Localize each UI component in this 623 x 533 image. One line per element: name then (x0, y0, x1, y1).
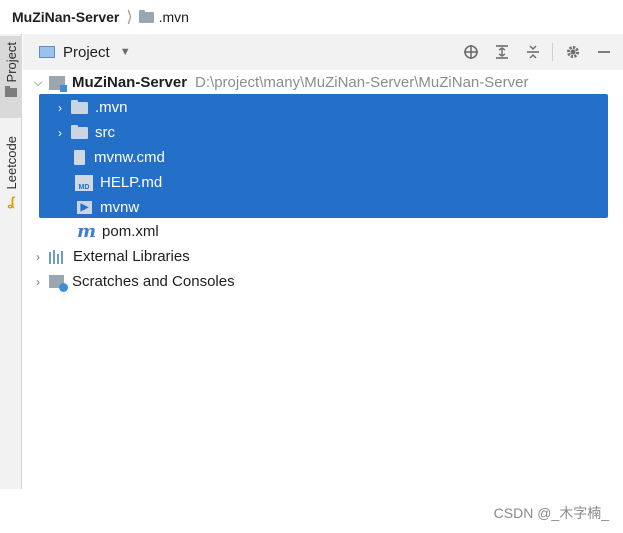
chevron-down-icon[interactable]: ⌵ (31, 75, 45, 90)
breadcrumb-folder[interactable]: .mvn (138, 9, 189, 25)
text-file-icon (74, 150, 85, 165)
breadcrumb-folder-label: .mvn (158, 9, 189, 25)
tree-item-label: mvnw.cmd (94, 149, 165, 166)
breadcrumb-root[interactable]: MuZiNan-Server (12, 9, 119, 25)
tree-item-mvn[interactable]: › .mvn (53, 95, 128, 120)
tree-item-label: External Libraries (73, 248, 190, 265)
folder-icon (71, 99, 88, 114)
tab-project-label: Project (3, 42, 19, 83)
minimize-icon[interactable] (593, 41, 615, 63)
gear-icon[interactable] (562, 41, 584, 63)
tree-item-scratches[interactable]: › Scratches and Consoles (31, 269, 235, 294)
tree-root-label: MuZiNan-Server (72, 74, 188, 91)
panel-toolbar (451, 34, 615, 70)
module-icon (49, 75, 67, 92)
libraries-icon (49, 249, 67, 264)
tree-item-label: pom.xml (102, 223, 159, 240)
tab-project[interactable]: Project (0, 36, 22, 118)
tree-item-label: HELP.md (100, 174, 163, 191)
executable-file-icon: ▶ (77, 201, 92, 214)
tree-item-help-md[interactable]: MD HELP.md (75, 170, 162, 195)
chevron-right-icon[interactable]: › (31, 275, 45, 289)
watermark: CSDN @_木字楠_ (493, 505, 609, 521)
chevron-right-icon[interactable]: › (31, 250, 45, 264)
tree-item-label: Scratches and Consoles (72, 273, 235, 290)
breadcrumb-separator: ⟩ (126, 9, 133, 26)
expand-all-icon[interactable] (491, 41, 513, 63)
chevron-down-icon[interactable]: ▼ (120, 46, 131, 58)
project-panel-header: Project ▼ (23, 34, 623, 70)
tree-item-pom[interactable]: m pom.xml (77, 219, 159, 244)
maven-icon: m (77, 221, 97, 242)
tree-root-path: D:\project\many\MuZiNan-Server\MuZiNan-S… (195, 74, 529, 91)
scratches-icon (49, 275, 68, 292)
leetcode-icon: ʆ (7, 193, 15, 209)
project-view-icon (39, 46, 55, 58)
chevron-right-icon[interactable]: › (53, 126, 67, 140)
tree-root[interactable]: ⌵ MuZiNan-Server D:\project\many\MuZiNan… (31, 70, 528, 95)
folder-icon (71, 124, 88, 139)
toolbar-divider (552, 43, 553, 61)
tree-item-label: .mvn (95, 99, 128, 116)
tree-item-external-libraries[interactable]: › External Libraries (31, 244, 190, 269)
markdown-file-icon: MD (75, 174, 93, 191)
tab-leetcode[interactable]: Leetcode ʆ (0, 130, 22, 225)
tree-item-label: mvnw (100, 199, 140, 216)
locate-icon[interactable] (460, 41, 482, 63)
tab-leetcode-label: Leetcode (3, 136, 19, 190)
folder-icon (138, 9, 154, 23)
view-selector[interactable]: Project (63, 44, 110, 61)
folder-icon (5, 86, 17, 98)
tree-item-mvnw[interactable]: ▶ mvnw (75, 195, 139, 220)
tool-window-strip: Project Leetcode ʆ (0, 34, 22, 489)
collapse-all-icon[interactable] (522, 41, 544, 63)
tree-item-label: src (95, 124, 115, 141)
tree-item-mvnw-cmd[interactable]: mvnw.cmd (71, 145, 165, 170)
chevron-right-icon[interactable]: › (53, 101, 67, 115)
breadcrumb: MuZiNan-Server ⟩ .mvn (0, 0, 623, 34)
tree-item-src[interactable]: › src (53, 120, 115, 145)
